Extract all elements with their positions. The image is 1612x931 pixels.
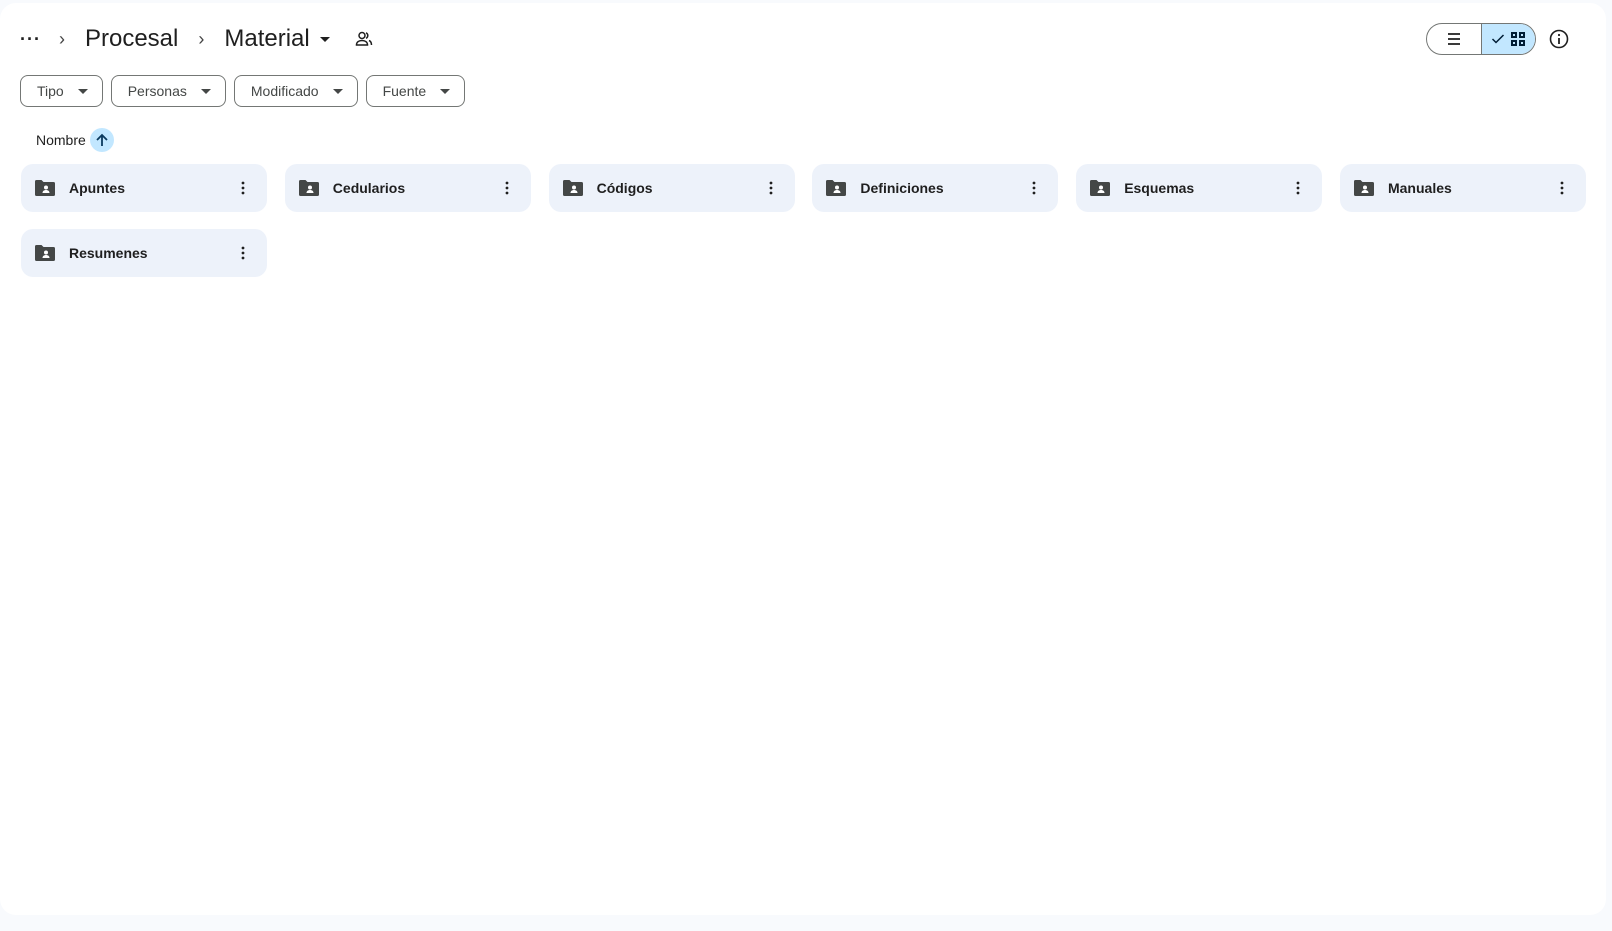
filter-label: Modificado — [251, 83, 319, 99]
grid-icon — [1511, 32, 1525, 46]
more-options-button[interactable] — [1286, 176, 1310, 200]
shared-folder-icon — [35, 245, 55, 261]
folder-card[interactable]: Códigos — [549, 164, 795, 212]
caret-down-icon — [201, 89, 211, 94]
folder-card[interactable]: Definiciones — [812, 164, 1058, 212]
more-vert-icon — [769, 181, 773, 195]
filter-label: Tipo — [37, 83, 64, 99]
view-toggle — [1426, 23, 1536, 55]
filter-label: Fuente — [383, 83, 427, 99]
sort-label[interactable]: Nombre — [36, 132, 86, 148]
more-options-button[interactable] — [1022, 176, 1046, 200]
more-vert-icon — [241, 246, 245, 260]
breadcrumb: ··· › Procesal › Material — [16, 22, 374, 56]
shared-folder-icon — [299, 180, 319, 196]
folder-card[interactable]: Cedularios — [285, 164, 531, 212]
arrow-up-icon — [95, 133, 109, 147]
list-icon — [1446, 32, 1462, 46]
folder-name: Esquemas — [1124, 180, 1286, 196]
more-options-button[interactable] — [231, 176, 255, 200]
more-vert-icon — [1296, 181, 1300, 195]
main-panel — [0, 3, 1606, 915]
shared-folder-icon — [826, 180, 846, 196]
folder-name: Apuntes — [69, 180, 231, 196]
filter-personas[interactable]: Personas — [111, 75, 226, 107]
folder-name: Manuales — [1388, 180, 1550, 196]
chevron-right-icon: › — [198, 29, 204, 50]
caret-down-icon — [440, 89, 450, 94]
shared-folder-icon[interactable] — [354, 29, 374, 49]
folder-card[interactable]: Manuales — [1340, 164, 1586, 212]
filter-fuente[interactable]: Fuente — [366, 75, 466, 107]
breadcrumb-current: Material — [224, 25, 309, 53]
folder-grid: Apuntes Cedularios Códigos Definiciones Esqu… — [21, 164, 1586, 277]
caret-down-icon — [320, 37, 330, 42]
more-vert-icon — [1560, 181, 1564, 195]
shared-folder-icon — [1354, 180, 1374, 196]
filter-tipo[interactable]: Tipo — [20, 75, 103, 107]
more-vert-icon — [505, 181, 509, 195]
breadcrumb-item[interactable]: Procesal — [79, 25, 184, 53]
info-button[interactable] — [1548, 28, 1570, 50]
folder-card[interactable]: Esquemas — [1076, 164, 1322, 212]
folder-name: Códigos — [597, 180, 759, 196]
sort-direction-button[interactable] — [90, 128, 114, 152]
more-options-button[interactable] — [1550, 176, 1574, 200]
info-icon — [1548, 28, 1570, 50]
more-breadcrumbs-button[interactable]: ··· — [16, 29, 45, 50]
filter-bar: Tipo Personas Modificado Fuente — [20, 75, 465, 107]
filter-label: Personas — [128, 83, 187, 99]
shared-folder-icon — [1090, 180, 1110, 196]
more-options-button[interactable] — [495, 176, 519, 200]
folder-name: Cedularios — [333, 180, 495, 196]
folder-name: Resumenes — [69, 245, 231, 261]
more-options-button[interactable] — [759, 176, 783, 200]
filter-modificado[interactable]: Modificado — [234, 75, 358, 107]
more-vert-icon — [241, 181, 245, 195]
caret-down-icon — [78, 89, 88, 94]
chevron-right-icon: › — [59, 29, 65, 50]
folder-name: Definiciones — [860, 180, 1022, 196]
shared-folder-icon — [35, 180, 55, 196]
folder-card[interactable]: Resumenes — [21, 229, 267, 277]
shared-folder-icon — [563, 180, 583, 196]
caret-down-icon — [333, 89, 343, 94]
folder-card[interactable]: Apuntes — [21, 164, 267, 212]
sort-control: Nombre — [36, 128, 114, 152]
current-folder-menu[interactable]: Material — [218, 25, 335, 53]
list-view-button[interactable] — [1427, 24, 1481, 54]
more-vert-icon — [1032, 181, 1036, 195]
grid-view-button[interactable] — [1481, 24, 1536, 54]
check-icon — [1491, 33, 1505, 45]
more-options-button[interactable] — [231, 241, 255, 265]
